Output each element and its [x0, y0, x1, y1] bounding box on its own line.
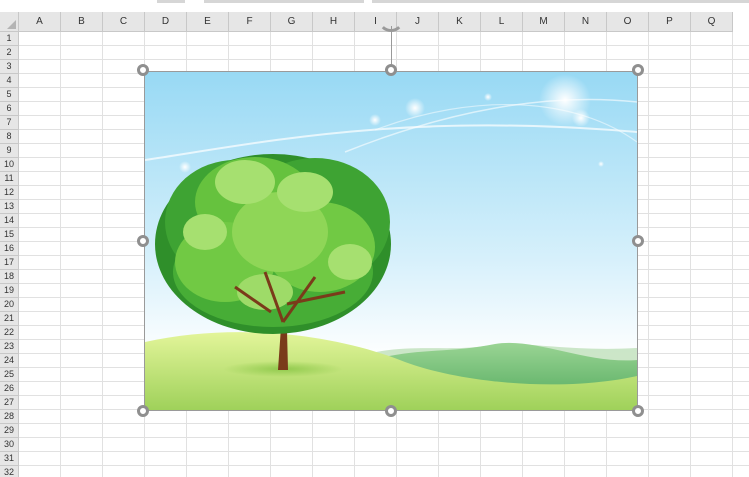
row-header-27[interactable]: 27 — [0, 396, 19, 410]
sparkle — [572, 109, 590, 127]
sparkle — [598, 161, 604, 167]
row-header-31[interactable]: 31 — [0, 452, 19, 466]
row-header-7[interactable]: 7 — [0, 116, 19, 130]
column-header-K[interactable]: K — [439, 12, 481, 32]
resize-handle-bottom-left[interactable] — [137, 405, 149, 417]
resize-handle-top[interactable] — [385, 64, 397, 76]
row-header-6[interactable]: 6 — [0, 102, 19, 116]
select-all-triangle-icon — [7, 20, 16, 29]
row-header-2[interactable]: 2 — [0, 46, 19, 60]
row-header-13[interactable]: 13 — [0, 200, 19, 214]
row-header-15[interactable]: 15 — [0, 228, 19, 242]
row-header-28[interactable]: 28 — [0, 410, 19, 424]
row-header-24[interactable]: 24 — [0, 354, 19, 368]
column-header-G[interactable]: G — [271, 12, 313, 32]
row-header-25[interactable]: 25 — [0, 368, 19, 382]
tree-landscape-image — [145, 72, 637, 410]
row-header-32[interactable]: 32 — [0, 466, 19, 477]
column-header-L[interactable]: L — [481, 12, 523, 32]
row-header-14[interactable]: 14 — [0, 214, 19, 228]
top-strip — [0, 0, 749, 12]
select-all-button[interactable] — [0, 12, 19, 32]
column-header-N[interactable]: N — [565, 12, 607, 32]
row-header-20[interactable]: 20 — [0, 298, 19, 312]
tree-landscape-picture[interactable] — [144, 71, 638, 411]
column-header-C[interactable]: C — [103, 12, 145, 32]
column-header-P[interactable]: P — [649, 12, 691, 32]
row-header-1[interactable]: 1 — [0, 32, 19, 46]
sparkle — [369, 114, 381, 126]
column-header-A[interactable]: A — [19, 12, 61, 32]
column-header-B[interactable]: B — [61, 12, 103, 32]
sparkle — [405, 98, 425, 118]
row-header-26[interactable]: 26 — [0, 382, 19, 396]
resize-handle-top-left[interactable] — [137, 64, 149, 76]
resize-handle-top-right[interactable] — [632, 64, 644, 76]
ribbon-edge — [157, 0, 185, 3]
row-header-5[interactable]: 5 — [0, 88, 19, 102]
column-header-M[interactable]: M — [523, 12, 565, 32]
row-header-29[interactable]: 29 — [0, 424, 19, 438]
row-header-22[interactable]: 22 — [0, 326, 19, 340]
column-header-F[interactable]: F — [229, 12, 271, 32]
row-header-12[interactable]: 12 — [0, 186, 19, 200]
sparkle — [179, 161, 191, 173]
resize-handle-left[interactable] — [137, 235, 149, 247]
tree-foliage — [155, 154, 391, 334]
ribbon-edge — [204, 0, 364, 3]
column-header-D[interactable]: D — [145, 12, 187, 32]
ribbon-edge — [372, 0, 749, 3]
row-header-4[interactable]: 4 — [0, 74, 19, 88]
column-header-E[interactable]: E — [187, 12, 229, 32]
row-header-18[interactable]: 18 — [0, 270, 19, 284]
resize-handle-bottom[interactable] — [385, 405, 397, 417]
row-header-9[interactable]: 9 — [0, 144, 19, 158]
column-header-O[interactable]: O — [607, 12, 649, 32]
resize-handle-right[interactable] — [632, 235, 644, 247]
row-header-19[interactable]: 19 — [0, 284, 19, 298]
row-header-23[interactable]: 23 — [0, 340, 19, 354]
row-header-30[interactable]: 30 — [0, 438, 19, 452]
column-header-H[interactable]: H — [313, 12, 355, 32]
row-header-11[interactable]: 11 — [0, 172, 19, 186]
row-header-17[interactable]: 17 — [0, 256, 19, 270]
row-header-16[interactable]: 16 — [0, 242, 19, 256]
resize-handle-bottom-right[interactable] — [632, 405, 644, 417]
row-header-10[interactable]: 10 — [0, 158, 19, 172]
column-header-Q[interactable]: Q — [691, 12, 733, 32]
row-header-21[interactable]: 21 — [0, 312, 19, 326]
row-header-8[interactable]: 8 — [0, 130, 19, 144]
sparkle — [484, 93, 492, 101]
row-header-3[interactable]: 3 — [0, 60, 19, 74]
